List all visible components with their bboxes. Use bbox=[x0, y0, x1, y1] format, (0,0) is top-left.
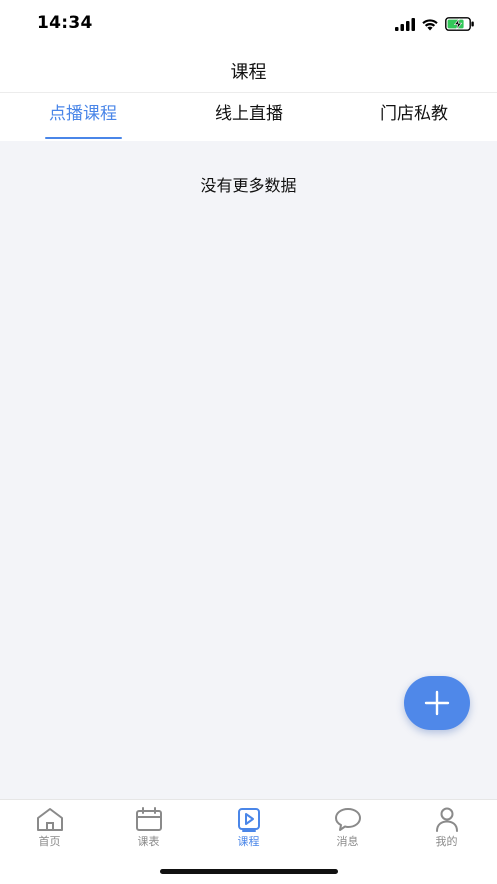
page-title: 课程 bbox=[230, 62, 267, 83]
tab-store-private-coaching[interactable]: 门店私教 bbox=[331, 93, 497, 141]
wifi-icon bbox=[422, 18, 438, 30]
tabbar-item-profile[interactable]: 我的 bbox=[397, 806, 496, 854]
tab-live-stream[interactable]: 线上直播 bbox=[166, 93, 332, 141]
tabbar-label: 课表 bbox=[137, 835, 160, 848]
tabbar-label: 我的 bbox=[435, 835, 458, 848]
home-indicator bbox=[160, 869, 338, 874]
active-tab-indicator bbox=[45, 137, 122, 139]
tabbar-item-courses[interactable]: 课程 bbox=[199, 806, 298, 854]
tab-on-demand-courses[interactable]: 点播课程 bbox=[0, 93, 166, 141]
battery-charging-icon bbox=[445, 17, 474, 31]
add-button[interactable] bbox=[404, 676, 470, 730]
calendar-icon bbox=[135, 807, 162, 831]
nav-bar: 课程 bbox=[0, 48, 497, 93]
status-time: 14:34 bbox=[37, 13, 93, 33]
tabbar-label: 课程 bbox=[237, 835, 260, 848]
cellular-signal-icon bbox=[395, 17, 415, 31]
course-tabs: 点播课程 线上直播 门店私教 bbox=[0, 93, 497, 141]
status-bar: 14:34 bbox=[0, 0, 497, 48]
chat-bubble-icon bbox=[334, 808, 361, 831]
tabbar-item-messages[interactable]: 消息 bbox=[298, 806, 397, 854]
empty-state-message: 没有更多数据 bbox=[200, 176, 297, 195]
tabbar-item-schedule[interactable]: 课表 bbox=[99, 806, 198, 854]
tabbar-label: 首页 bbox=[38, 835, 61, 848]
status-icons bbox=[395, 15, 475, 33]
plus-icon bbox=[424, 690, 450, 716]
tabbar-item-home[interactable]: 首页 bbox=[0, 806, 99, 854]
home-icon bbox=[36, 808, 63, 831]
play-icon bbox=[237, 808, 260, 832]
tabbar-label: 消息 bbox=[336, 835, 359, 848]
user-icon bbox=[435, 807, 458, 832]
